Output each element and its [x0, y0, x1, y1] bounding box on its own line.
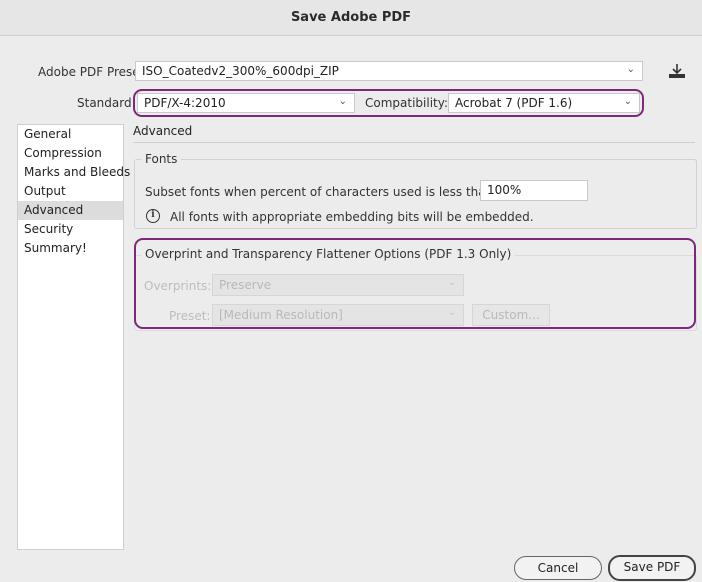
download-icon[interactable]	[668, 63, 686, 79]
panel-title: Advanced	[133, 124, 193, 138]
overprint-highlight	[134, 238, 696, 329]
sidebar-item-summary[interactable]: Summary!	[18, 239, 123, 258]
panel-divider	[133, 142, 695, 143]
preset-value: ISO_Coatedv2_300%_600dpi_ZIP	[142, 64, 339, 78]
standard-highlight	[133, 89, 644, 117]
preset-label: Adobe PDF Preset:	[38, 65, 149, 79]
sidebar-item-marks-and-bleeds[interactable]: Marks and Bleeds	[18, 163, 130, 182]
standard-label: Standard:	[77, 96, 136, 110]
info-icon: i	[146, 209, 160, 223]
fonts-legend: Fonts	[141, 152, 182, 166]
subset-fonts-label: Subset fonts when percent of characters …	[145, 185, 498, 199]
title-bar: Save Adobe PDF	[0, 0, 702, 36]
chevron-down-icon: ⌄	[626, 64, 635, 75]
dialog-title: Save Adobe PDF	[290, 10, 412, 25]
sidebar-item-general[interactable]: General	[18, 125, 123, 144]
sidebar-item-advanced[interactable]: Advanced	[18, 201, 123, 220]
cancel-button[interactable]: Cancel	[514, 556, 602, 580]
sidebar-item-output[interactable]: Output	[18, 182, 123, 201]
sidebar-item-compression[interactable]: Compression	[18, 144, 123, 163]
embedding-info-text: All fonts with appropriate embedding bit…	[170, 210, 534, 224]
subset-fonts-value: 100%	[487, 183, 522, 197]
preset-select[interactable]: ISO_Coatedv2_300%_600dpi_ZIP ⌄	[135, 61, 643, 81]
category-sidebar: General Compression Marks and Bleeds Out…	[17, 124, 130, 550]
subset-fonts-input[interactable]: 100%	[480, 180, 588, 201]
save-pdf-button[interactable]: Save PDF	[608, 555, 696, 581]
sidebar-item-security[interactable]: Security	[18, 220, 123, 239]
